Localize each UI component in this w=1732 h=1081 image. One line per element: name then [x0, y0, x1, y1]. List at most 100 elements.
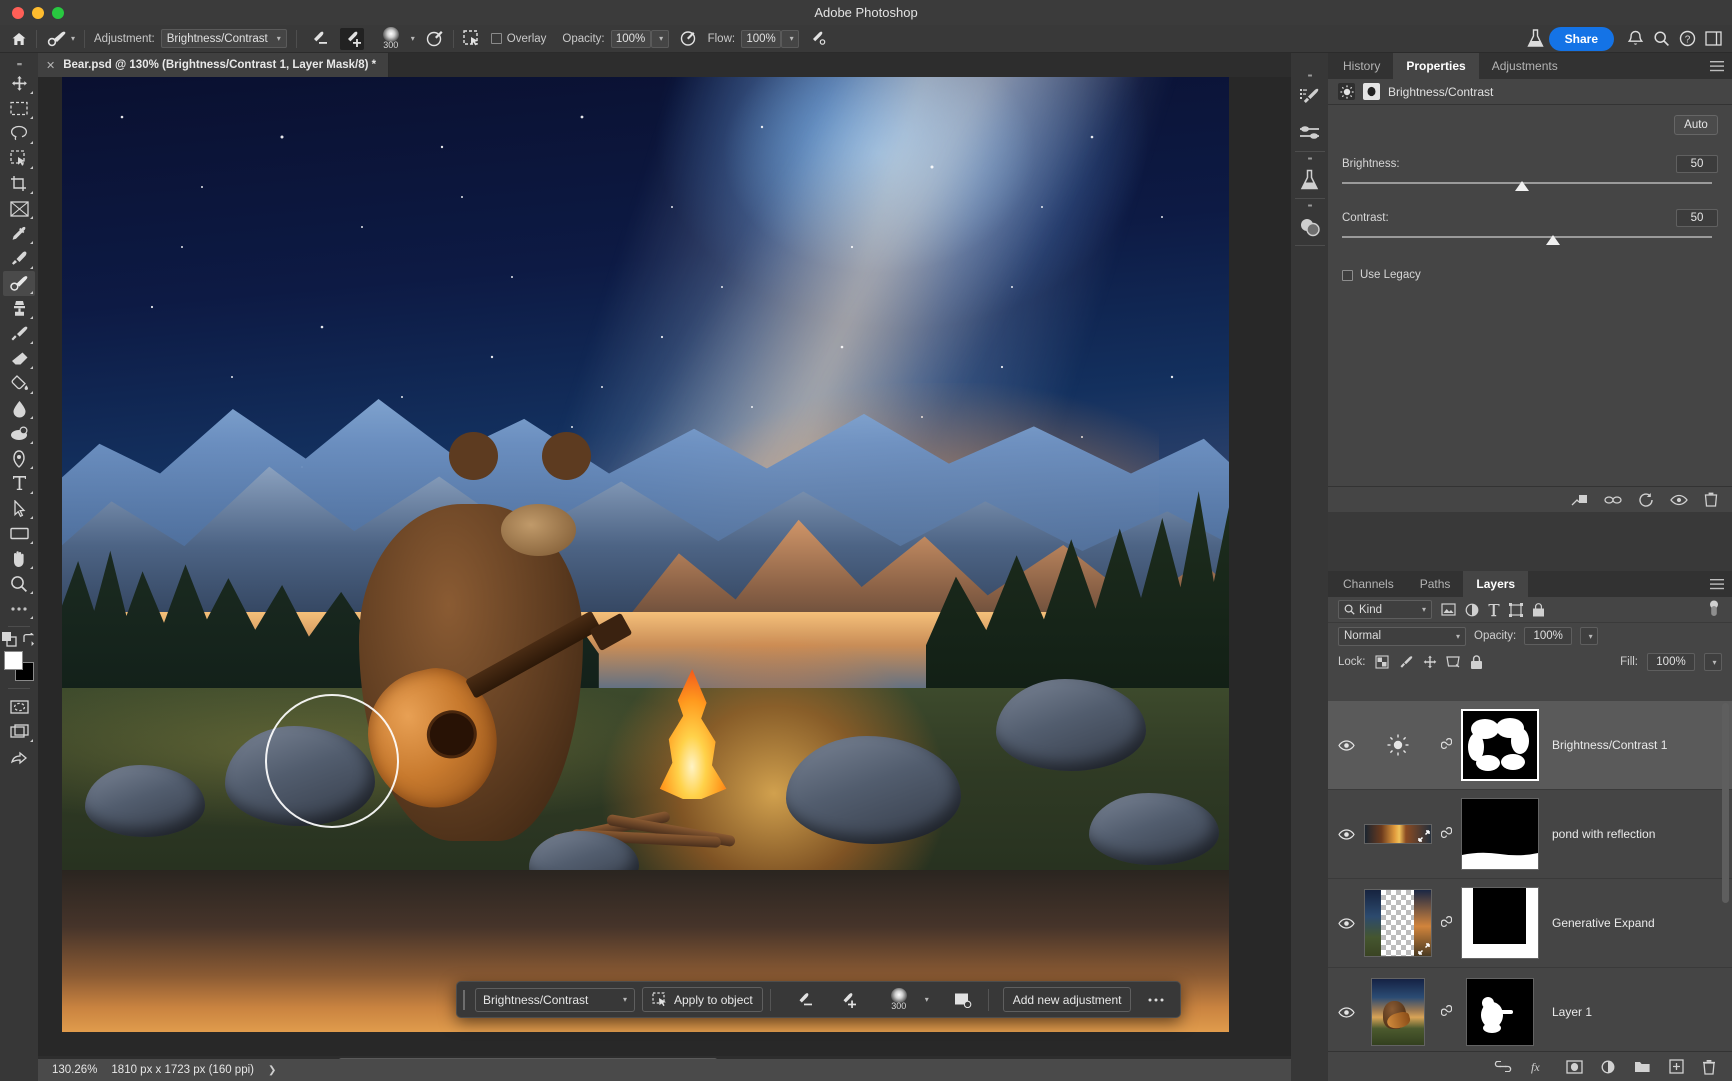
gradient-tool[interactable]	[3, 371, 35, 396]
libraries-rail-button[interactable]	[1293, 162, 1327, 198]
select-subject-button[interactable]	[458, 25, 486, 53]
contrast-slider[interactable]	[1342, 233, 1718, 247]
add-mask-button[interactable]	[1566, 1059, 1583, 1074]
close-window-button[interactable]	[12, 6, 24, 19]
marquee-tool[interactable]	[3, 96, 35, 121]
minimize-window-button[interactable]	[32, 6, 44, 19]
eyedropper-tool[interactable]	[3, 221, 35, 246]
table-row[interactable]: Layer 1	[1328, 968, 1732, 1051]
layer-visibility-toggle[interactable]	[1334, 917, 1358, 929]
layer-visibility-toggle[interactable]	[1334, 1006, 1358, 1018]
layer-fill-dropdown[interactable]: ▾	[1704, 653, 1722, 671]
blend-mode-select[interactable]: Normal ▾	[1338, 626, 1466, 646]
table-row[interactable]: Generative Expand	[1328, 879, 1732, 968]
object-selection-tool[interactable]	[3, 146, 35, 171]
quick-mask-button[interactable]	[3, 694, 35, 719]
view-previous-button[interactable]	[1604, 494, 1622, 506]
slider-thumb[interactable]	[1545, 235, 1560, 245]
brush-settings-rail-button[interactable]	[1293, 79, 1327, 115]
layer-opacity-input[interactable]: 100%	[1524, 627, 1573, 645]
brush-size-picker[interactable]: 300 ▾	[369, 25, 420, 53]
help-button[interactable]: ?	[1674, 26, 1700, 52]
crop-tool[interactable]	[3, 171, 35, 196]
brush-tool[interactable]	[3, 271, 35, 296]
blur-tool[interactable]	[3, 396, 35, 421]
history-brush-tool[interactable]	[3, 321, 35, 346]
share-canvas-button[interactable]	[3, 744, 35, 769]
search-button[interactable]	[1648, 26, 1674, 52]
document-tab[interactable]: ✕ Bear.psd @ 130% (Brightness/Contrast 1…	[38, 53, 390, 77]
eraser-tool[interactable]	[3, 346, 35, 371]
flask-button[interactable]	[1523, 26, 1549, 52]
delete-layer-button[interactable]	[1702, 1059, 1716, 1075]
filter-adjustment-button[interactable]	[1465, 603, 1479, 617]
mask-options-button[interactable]	[945, 987, 981, 1012]
layer-fill-input[interactable]: 100%	[1647, 653, 1695, 671]
color-rail-button[interactable]	[1293, 209, 1327, 245]
layer-style-button[interactable]: fx	[1530, 1060, 1548, 1074]
tool-preset-picker[interactable]: ▾	[41, 25, 80, 53]
type-tool[interactable]	[3, 471, 35, 496]
use-legacy-checkbox[interactable]: Use Legacy	[1342, 269, 1718, 281]
canvas-area[interactable]: Brightness/Contrast ▾ Apply to object 30…	[38, 77, 1291, 1056]
shape-tool[interactable]	[3, 521, 35, 546]
ctx-brush-size-picker[interactable]: 300 ▾	[873, 987, 938, 1012]
airbrush-button[interactable]	[804, 25, 833, 53]
properties-panel-menu-button[interactable]	[1710, 53, 1732, 79]
frame-tool[interactable]	[3, 196, 35, 221]
notifications-button[interactable]	[1622, 26, 1648, 52]
foreground-color-swatch[interactable]	[4, 651, 23, 670]
slider-thumb[interactable]	[1515, 181, 1530, 191]
brightness-slider[interactable]	[1342, 179, 1718, 193]
scrollbar-thumb[interactable]	[1722, 703, 1729, 903]
delete-adjustment-button[interactable]	[1704, 492, 1718, 507]
new-layer-button[interactable]	[1669, 1059, 1684, 1074]
tab-layers[interactable]: Layers	[1463, 571, 1529, 597]
window-controls[interactable]	[0, 6, 64, 19]
close-icon[interactable]: ✕	[46, 59, 55, 72]
toggle-visibility-button[interactable]	[1670, 494, 1688, 506]
clone-stamp-tool[interactable]	[3, 296, 35, 321]
chevron-right-icon[interactable]: ❯	[268, 1065, 276, 1076]
adjustments-rail-button[interactable]	[1293, 115, 1327, 151]
layer-thumbnail[interactable]	[1358, 730, 1438, 760]
layer-mask-thumbnail[interactable]	[1454, 887, 1546, 959]
link-mask-icon[interactable]	[1438, 737, 1454, 753]
reset-button[interactable]	[1638, 492, 1654, 507]
tab-channels[interactable]: Channels	[1330, 571, 1407, 597]
flow-dropdown[interactable]: ▾	[781, 29, 800, 48]
tab-adjustments[interactable]: Adjustments	[1478, 53, 1571, 79]
target-adjust-button[interactable]	[420, 25, 449, 53]
screen-mode-button[interactable]	[3, 719, 35, 744]
lock-image-button[interactable]	[1398, 655, 1414, 669]
edit-toolbar-button[interactable]	[3, 596, 35, 621]
layer-visibility-toggle[interactable]	[1334, 739, 1358, 751]
home-button[interactable]	[6, 25, 32, 53]
layer-thumbnail[interactable]	[1358, 889, 1438, 957]
new-group-button[interactable]	[1634, 1060, 1651, 1073]
filter-toggle-button[interactable]	[1708, 600, 1720, 620]
table-row[interactable]: pond with reflection	[1328, 790, 1732, 879]
pen-tool[interactable]	[3, 446, 35, 471]
tab-history[interactable]: History	[1330, 53, 1394, 79]
tab-paths[interactable]: Paths	[1406, 571, 1464, 597]
layer-thumbnail[interactable]	[1358, 824, 1438, 844]
filter-shape-button[interactable]	[1509, 602, 1523, 617]
contrast-value[interactable]: 50	[1676, 209, 1718, 227]
taskbar-grip[interactable]	[463, 989, 471, 1010]
maximize-window-button[interactable]	[52, 6, 64, 19]
workspace-button[interactable]	[1700, 26, 1726, 52]
lock-all-button[interactable]	[1470, 654, 1483, 670]
layer-opacity-dropdown[interactable]: ▾	[1580, 627, 1599, 645]
link-layers-button[interactable]	[1494, 1061, 1512, 1072]
layer-mask-thumbnail[interactable]	[1454, 798, 1546, 870]
opacity-input[interactable]: 100%	[610, 29, 651, 48]
dodge-tool[interactable]	[3, 421, 35, 446]
filter-type-button[interactable]	[1488, 603, 1500, 617]
opacity-dropdown[interactable]: ▾	[650, 29, 669, 48]
auto-button[interactable]: Auto	[1674, 115, 1718, 135]
pressure-opacity-button[interactable]	[674, 25, 703, 53]
adjustment-select[interactable]: Brightness/Contrast ▾	[160, 29, 287, 48]
flow-input[interactable]: 100%	[741, 29, 782, 48]
tab-properties[interactable]: Properties	[1393, 53, 1479, 79]
